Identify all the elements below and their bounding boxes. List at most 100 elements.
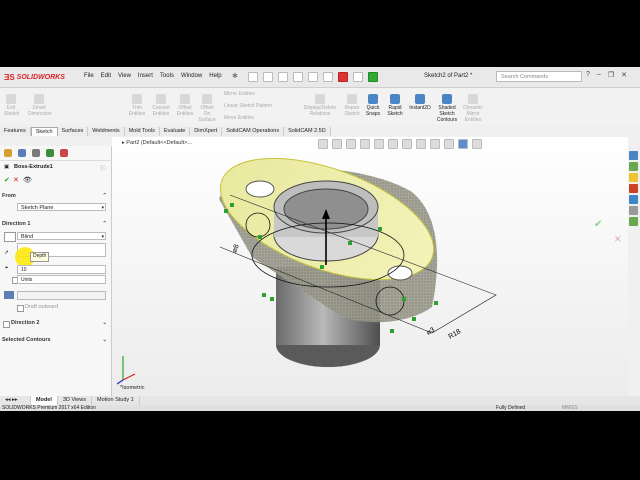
solidworks-forum-icon[interactable] bbox=[629, 217, 638, 226]
tab-dimxpert[interactable]: DimXpert bbox=[190, 127, 223, 136]
menu-file[interactable]: File bbox=[84, 73, 94, 79]
pin-icon[interactable]: ✱ bbox=[232, 72, 238, 80]
reverse-direction-icon[interactable] bbox=[4, 232, 16, 242]
cancel-x-icon[interactable]: ✕ bbox=[13, 176, 19, 184]
tab-3d-views[interactable]: 3D Views bbox=[58, 396, 93, 405]
direction2-checkbox[interactable] bbox=[3, 321, 10, 328]
menu-window[interactable]: Window bbox=[181, 73, 202, 79]
tab-surfaces[interactable]: Surfaces bbox=[57, 127, 89, 136]
dynamic-mirror-entities-tool[interactable]: Dynamic Mirror Entities bbox=[460, 94, 486, 123]
solidworks-logo[interactable]: ƎS SOLIDWORKS bbox=[4, 71, 65, 83]
relation-marker[interactable] bbox=[270, 297, 274, 301]
display-delete-relations-tool[interactable]: Display/Delete Relations bbox=[300, 94, 340, 117]
print-icon[interactable] bbox=[293, 72, 303, 82]
relation-marker[interactable] bbox=[434, 301, 438, 305]
new-document-icon[interactable] bbox=[248, 72, 258, 82]
move-entities-tool[interactable]: Move Entities bbox=[224, 115, 254, 121]
help-icon[interactable]: ⓘ bbox=[100, 164, 106, 172]
confirm-corner-cancel-icon[interactable]: ✕ bbox=[614, 234, 622, 245]
tab-weldments[interactable]: Weldments bbox=[88, 127, 125, 136]
relation-marker[interactable] bbox=[230, 203, 234, 207]
linear-sketch-pattern-tool[interactable]: Linear Sketch Pattern bbox=[224, 103, 272, 109]
display-manager-icon[interactable] bbox=[60, 149, 68, 157]
dimxpert-manager-icon[interactable] bbox=[46, 149, 54, 157]
tab-motion-study-1[interactable]: Motion Study 1 bbox=[92, 396, 140, 405]
relation-marker[interactable] bbox=[402, 297, 406, 301]
depth-input[interactable]: 10 bbox=[17, 265, 106, 274]
repair-sketch-tool[interactable]: Repair Sketch bbox=[342, 94, 362, 117]
tab-sketch[interactable]: Sketch bbox=[30, 127, 58, 136]
ok-check-icon[interactable]: ✔ bbox=[4, 176, 10, 184]
dimension-label-r18[interactable]: R18 bbox=[448, 328, 463, 341]
menu-tools[interactable]: Tools bbox=[160, 73, 174, 79]
from-select[interactable]: Sketch Plane ▾ bbox=[17, 203, 106, 211]
graphics-area[interactable]: ▸ Part2 (Default<<Default>... ⌀8 R18 ⌀3 … bbox=[112, 137, 628, 396]
relation-marker[interactable] bbox=[262, 293, 266, 297]
menu-help[interactable]: Help bbox=[209, 73, 221, 79]
selected-contours-section-header[interactable]: Selected Contours ⌄ bbox=[2, 337, 109, 343]
draft-angle-input[interactable] bbox=[17, 291, 106, 300]
relation-marker[interactable] bbox=[320, 265, 324, 269]
unit-system[interactable]: MMGS bbox=[562, 405, 578, 411]
menu-insert[interactable]: Insert bbox=[138, 73, 153, 79]
file-properties-icon[interactable] bbox=[353, 72, 363, 82]
rebuild-icon[interactable] bbox=[338, 72, 348, 82]
shaded-sketch-contours-tool[interactable]: Shaded Sketch Contours bbox=[434, 94, 460, 123]
tab-scroll-arrows[interactable]: ◂◂ ▸▸ bbox=[0, 396, 31, 405]
tab-mold-tools[interactable]: Mold Tools bbox=[124, 127, 160, 136]
minimize-icon[interactable]: – bbox=[597, 71, 601, 79]
end-condition-select[interactable]: Blind ▾ bbox=[17, 232, 106, 240]
part-model[interactable]: ⌀8 R18 ⌀3 bbox=[112, 137, 628, 396]
tab-features[interactable]: Features bbox=[0, 127, 31, 136]
menu-view[interactable]: View bbox=[118, 73, 131, 79]
options-icon[interactable] bbox=[368, 72, 378, 82]
appearances-icon[interactable] bbox=[629, 195, 638, 204]
confirm-corner-check-icon[interactable]: ✔ bbox=[594, 219, 602, 230]
save-icon[interactable] bbox=[278, 72, 288, 82]
search-commands-input[interactable]: Search Commands bbox=[496, 71, 582, 82]
view-palette-icon[interactable] bbox=[629, 184, 638, 193]
dimension-label-dia8[interactable]: ⌀8 bbox=[231, 244, 240, 254]
design-library-icon[interactable] bbox=[629, 162, 638, 171]
open-icon[interactable] bbox=[263, 72, 273, 82]
units-dropdown[interactable]: Units bbox=[17, 275, 106, 284]
draft-outward-checkbox[interactable] bbox=[17, 305, 24, 312]
menu-edit[interactable]: Edit bbox=[101, 73, 111, 79]
restore-icon[interactable]: ❐ bbox=[608, 71, 614, 79]
preview-eye-icon[interactable]: 👁 bbox=[23, 176, 32, 184]
direction2-section-header[interactable]: Direction 2 ⌄ bbox=[11, 320, 109, 326]
tab-solidcam-2-5d[interactable]: SolidCAM 2.5D bbox=[284, 127, 331, 136]
file-explorer-icon[interactable] bbox=[629, 173, 638, 182]
feature-manager-icon[interactable] bbox=[4, 149, 12, 157]
undo-icon[interactable] bbox=[308, 72, 318, 82]
from-section-header[interactable]: From ⌃ bbox=[2, 193, 109, 199]
property-manager-icon[interactable] bbox=[18, 149, 26, 157]
select-icon[interactable] bbox=[323, 72, 333, 82]
quick-snaps-tool[interactable]: Quick Snaps bbox=[364, 94, 382, 117]
convert-entities-tool[interactable]: Convert Entities bbox=[150, 94, 172, 117]
solidworks-resources-icon[interactable] bbox=[629, 151, 638, 160]
tab-solidcam-operations[interactable]: SolidCAM Operations bbox=[222, 127, 285, 136]
relation-marker[interactable] bbox=[378, 227, 382, 231]
instant2d-tool[interactable]: Instant2D bbox=[406, 94, 434, 111]
mirror-entities-tool[interactable]: Mirror Entities bbox=[224, 91, 255, 97]
relation-marker[interactable] bbox=[348, 241, 352, 245]
rapid-sketch-tool[interactable]: Rapid Sketch bbox=[384, 94, 406, 117]
help-icon[interactable]: ? bbox=[586, 71, 590, 79]
offset-entities-tool[interactable]: Offset Entities bbox=[174, 94, 196, 117]
custom-properties-icon[interactable] bbox=[629, 206, 638, 215]
relation-marker[interactable] bbox=[412, 317, 416, 321]
configuration-manager-icon[interactable] bbox=[32, 149, 40, 157]
tab-model[interactable]: Model bbox=[31, 396, 58, 405]
tab-evaluate[interactable]: Evaluate bbox=[159, 127, 191, 136]
relation-marker[interactable] bbox=[224, 209, 228, 213]
smart-dimension-tool[interactable]: Smart Dimension bbox=[28, 94, 52, 117]
dimension-label-dia3[interactable]: ⌀3 bbox=[426, 327, 437, 337]
direction1-section-header[interactable]: Direction 1 ⌃ bbox=[2, 221, 109, 227]
exit-sketch-tool[interactable]: Exit Sketch bbox=[4, 94, 19, 117]
relation-marker[interactable] bbox=[258, 235, 262, 239]
draft-icon[interactable] bbox=[4, 291, 14, 299]
close-icon[interactable]: ✕ bbox=[621, 71, 627, 79]
trim-entities-tool[interactable]: Trim Entities bbox=[126, 94, 148, 117]
relation-marker[interactable] bbox=[390, 329, 394, 333]
